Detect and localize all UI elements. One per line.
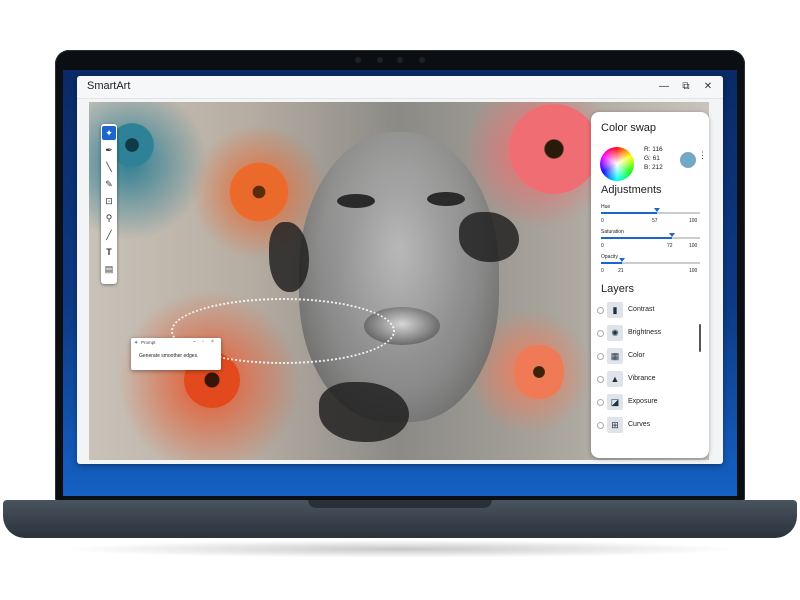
saturation-label: Saturation (601, 229, 624, 235)
brightness-icon: ✺ (607, 325, 623, 341)
layer-item-contrast[interactable]: ▮ Contrast (597, 301, 697, 319)
color-icon: ▦ (607, 348, 623, 364)
prompt-input[interactable]: Generate smoother edges. (139, 353, 198, 359)
blue-value: B: 212 (644, 164, 663, 171)
hue-min: 0 (601, 218, 604, 224)
more-options-icon[interactable]: ⋮ (698, 150, 707, 161)
layers-scrollbar[interactable] (699, 324, 701, 352)
right-eye (427, 192, 465, 206)
green-value: G: 61 (644, 155, 660, 162)
hue-slider-fill (601, 212, 657, 214)
ink-splash (459, 212, 519, 262)
color-swap-heading: Color swap (601, 122, 657, 134)
hue-slider[interactable] (601, 208, 700, 214)
layer-item-color[interactable]: ▦ Color (597, 347, 697, 365)
vibrance-icon: ▲ (607, 371, 623, 387)
pencil-icon[interactable]: ✎ (102, 177, 116, 191)
text-icon[interactable]: T (102, 245, 116, 259)
minimize-button[interactable]: — (655, 78, 673, 96)
properties-panel: Color swap R: 116 G: 61 B: 212 ⋮ Adjustm… (591, 112, 709, 458)
orange-flower (229, 162, 289, 222)
layer-radio[interactable] (597, 376, 604, 383)
layer-label: Contrast (628, 306, 655, 313)
title-bar: SmartArt — ⧉ ✕ (77, 76, 723, 99)
prompt-minimize-button[interactable]: – (193, 339, 196, 345)
camera-led (419, 57, 425, 63)
dropper-icon[interactable]: ╱ (102, 228, 116, 242)
layer-radio[interactable] (597, 307, 604, 314)
layer-item-brightness[interactable]: ✺ Brightness (597, 324, 697, 342)
saturation-value: 72 (667, 243, 673, 249)
layer-label: Brightness (628, 329, 662, 336)
hue-label: Hue (601, 204, 611, 210)
laptop-hinge (308, 500, 492, 508)
opacity-max: 100 (689, 268, 698, 274)
sparkle-icon: ✦ (134, 340, 139, 346)
opacity-slider[interactable] (601, 258, 700, 264)
layer-label: Curves (628, 421, 651, 428)
portrait-face (299, 132, 499, 422)
prompt-title: Prompt (141, 340, 156, 345)
close-button[interactable]: ✕ (699, 78, 717, 96)
layer-label: Exposure (628, 398, 658, 405)
opacity-min: 0 (601, 268, 604, 274)
red-value: R: 116 (644, 146, 663, 153)
curves-icon: ⊞ (607, 417, 623, 433)
magic-wand-icon[interactable]: ✦ (102, 126, 116, 140)
layers-icon[interactable]: ▤ (102, 262, 116, 276)
pen-icon[interactable]: ✒ (102, 143, 116, 157)
tool-palette: ✦ ✒ ╲ ✎ ⊡ ⚲ ╱ T ▤ (101, 124, 117, 284)
color-wheel[interactable] (600, 147, 634, 181)
saturation-slider-fill (601, 237, 672, 239)
laptop-screen: SmartArt — ⧉ ✕ ✦ Prompt – ▫ × Generate s… (63, 70, 737, 496)
saturation-slider[interactable] (601, 233, 700, 239)
layer-radio[interactable] (597, 330, 604, 337)
brush-icon[interactable]: ╲ (102, 160, 116, 174)
app-window: SmartArt — ⧉ ✕ ✦ Prompt – ▫ × Generate s… (77, 76, 723, 464)
laptop-lid: SmartArt — ⧉ ✕ ✦ Prompt – ▫ × Generate s… (55, 50, 745, 502)
exposure-icon: ◪ (607, 394, 623, 410)
layer-item-vibrance[interactable]: ▲ Vibrance (597, 370, 697, 388)
opacity-slider-fill (601, 262, 622, 264)
layer-label: Color (628, 352, 645, 359)
contrast-icon: ▮ (607, 302, 623, 318)
camera-sensor (397, 57, 403, 63)
laptop-shadow (60, 540, 740, 558)
left-eye (337, 194, 375, 208)
camera-sensor (355, 57, 361, 63)
layer-label: Vibrance (628, 375, 656, 382)
opacity-value: 21 (618, 268, 624, 274)
prompt-close-button[interactable]: × (211, 339, 214, 345)
camera-lens (377, 57, 383, 63)
saturation-slider-thumb[interactable] (669, 233, 675, 237)
layer-radio[interactable] (597, 353, 604, 360)
zoom-icon[interactable]: ⚲ (102, 211, 116, 225)
hue-max: 100 (689, 218, 698, 224)
adjustments-heading: Adjustments (601, 184, 662, 196)
hue-value: 57 (652, 218, 658, 224)
pink-flower (509, 104, 599, 194)
opacity-label: Opacity (601, 254, 618, 260)
layers-heading: Layers (601, 283, 635, 295)
layer-item-curves[interactable]: ⊞ Curves (597, 416, 697, 434)
opacity-slider-thumb[interactable] (619, 258, 625, 262)
color-swatch[interactable] (680, 152, 696, 168)
restore-button[interactable]: ⧉ (677, 78, 695, 96)
prompt-window: ✦ Prompt – ▫ × Generate smoother edges. (131, 338, 221, 370)
prompt-restore-button[interactable]: ▫ (202, 339, 204, 345)
crop-icon[interactable]: ⊡ (102, 194, 116, 208)
layer-radio[interactable] (597, 422, 604, 429)
layer-item-exposure[interactable]: ◪ Exposure (597, 393, 697, 411)
coral-flower (514, 342, 564, 402)
hue-slider-thumb[interactable] (654, 208, 660, 212)
app-title: SmartArt (87, 80, 131, 92)
layer-radio[interactable] (597, 399, 604, 406)
saturation-min: 0 (601, 243, 604, 249)
saturation-max: 100 (689, 243, 698, 249)
